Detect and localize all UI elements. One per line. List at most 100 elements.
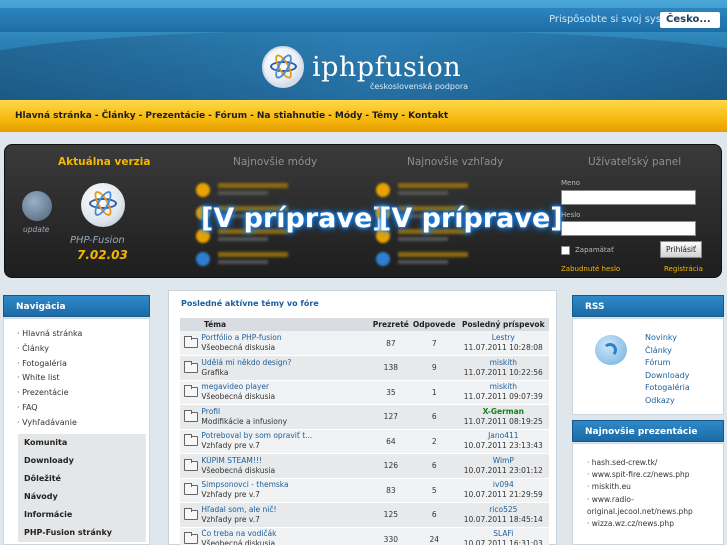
logo-text[interactable]: iphpfusion bbox=[312, 52, 461, 83]
presentation-link[interactable]: · wizza.wz.cz/news.php bbox=[587, 519, 721, 531]
last-post-user[interactable]: WimP bbox=[458, 456, 549, 466]
last-post-cell: SLAFi 10.07.2011 16:31:03 bbox=[457, 527, 549, 545]
presentations-box: · hash.sed-crew.tk/· www.spit-fire.cz/ne… bbox=[572, 443, 724, 545]
nav-item[interactable]: Fórum bbox=[215, 111, 247, 121]
topic-link[interactable]: Čo treba na vodičák bbox=[201, 529, 370, 539]
nav-item[interactable]: Témy bbox=[372, 111, 398, 121]
last-post-user[interactable]: miskith bbox=[458, 358, 549, 368]
nav-item[interactable]: Kontakt bbox=[408, 111, 448, 121]
nav-separator: - bbox=[401, 111, 406, 121]
forum-name: Všeobecná diskusia bbox=[201, 392, 276, 402]
topic-link[interactable]: Hľadal som, ale nič! bbox=[201, 505, 370, 515]
nav-link[interactable]: · White list bbox=[17, 373, 149, 388]
last-post-user[interactable]: Lestry bbox=[458, 333, 549, 343]
rss-link[interactable]: Downloady bbox=[645, 371, 690, 384]
update-icon[interactable] bbox=[22, 191, 52, 221]
username-input[interactable] bbox=[561, 190, 696, 205]
nav-item[interactable]: Módy bbox=[335, 111, 362, 121]
nav-item[interactable]: Články bbox=[102, 111, 136, 121]
nav-group[interactable]: PHP-Fusion stránky bbox=[18, 524, 146, 542]
logo-icon[interactable] bbox=[262, 46, 304, 88]
nav-link[interactable]: · Fotogaléria bbox=[17, 359, 149, 374]
topic-link[interactable]: Portfólio a PHP-fusion bbox=[201, 333, 370, 343]
rss-link[interactable]: Fotogaléria bbox=[645, 383, 690, 396]
presentation-link[interactable]: · hash.sed-crew.tk/ bbox=[587, 458, 721, 470]
nav-item[interactable]: Na stiahnutie bbox=[257, 111, 325, 121]
topic-link[interactable]: megavideo player bbox=[201, 382, 370, 392]
nav-item[interactable]: Hlavná stránka bbox=[15, 111, 92, 121]
username-label: Meno bbox=[561, 179, 581, 187]
header-last-post: Posledný príspevok bbox=[457, 318, 549, 331]
table-header-row: Téma Prezreté Odpovede Posledný príspevo… bbox=[180, 318, 549, 331]
rss-link[interactable]: Fórum bbox=[645, 358, 690, 371]
forum-name: Všeobecná diskusia bbox=[201, 539, 276, 545]
last-post-user[interactable]: SLAFi bbox=[458, 529, 549, 539]
presentation-link[interactable]: · miskith.eu bbox=[587, 482, 721, 494]
forum-name: Všeobecná diskusia bbox=[201, 465, 276, 475]
php-fusion-logo-icon bbox=[81, 183, 125, 227]
topic-link[interactable]: Simpsonovci - themska bbox=[201, 480, 370, 490]
nav-group[interactable]: Downloady bbox=[18, 452, 146, 470]
last-post-user[interactable]: miskith bbox=[458, 382, 549, 392]
topic-link[interactable]: KÚPIM STEAM!!! bbox=[201, 456, 370, 466]
replies-count: 6 bbox=[410, 453, 458, 479]
replies-count: 9 bbox=[410, 355, 458, 381]
views-count: 87 bbox=[370, 331, 411, 356]
logo-subtitle: československá podpora bbox=[370, 82, 469, 91]
views-count: 64 bbox=[370, 429, 411, 454]
language-select[interactable]: Česko... bbox=[660, 12, 720, 28]
last-post-user[interactable]: X-German bbox=[458, 407, 549, 417]
register-link[interactable]: Registrácia bbox=[664, 265, 703, 273]
topic-cell: Profil Modifikácie a infusiony bbox=[201, 404, 371, 430]
password-input[interactable] bbox=[561, 221, 696, 236]
forum-name: Všeobecná diskusia bbox=[201, 343, 276, 352]
login-button[interactable]: Prihlásiť bbox=[660, 241, 702, 258]
last-post-user[interactable]: rico525 bbox=[458, 505, 549, 515]
nav-link[interactable]: · Prezentácie bbox=[17, 388, 149, 403]
presentation-link[interactable]: · www.radio- bbox=[587, 495, 721, 507]
user-panel-title: Užívateľský panel bbox=[588, 156, 682, 168]
topic-link[interactable]: Udělá mi někdo design? bbox=[201, 358, 370, 368]
nav-group[interactable]: Komunita bbox=[18, 434, 146, 452]
topic-link[interactable]: Potreboval by som opraviť t... bbox=[201, 431, 370, 441]
main-navigation: Hlavná stránka - Články - Prezentácie - Fórum -… bbox=[0, 100, 727, 132]
last-post-date: 10.07.2011 21:29:59 bbox=[463, 490, 543, 500]
rss-link[interactable]: Novinky bbox=[645, 333, 690, 346]
nav-group[interactable]: Návody bbox=[18, 488, 146, 506]
password-label: Heslo bbox=[561, 211, 581, 219]
nav-link[interactable]: · Hlavná stránka bbox=[17, 329, 149, 344]
navigation-title: Navigácia bbox=[3, 295, 150, 317]
nav-item[interactable]: Prezentácie bbox=[145, 111, 205, 121]
forgot-password-link[interactable]: Zabudnuté heslo bbox=[561, 265, 620, 273]
replies-count: 2 bbox=[410, 429, 458, 454]
last-post-user[interactable]: iv094 bbox=[458, 480, 549, 490]
last-post-user[interactable]: Jano411 bbox=[458, 431, 549, 441]
nav-link[interactable]: · Články bbox=[17, 344, 149, 359]
nav-group[interactable]: Dôležité bbox=[18, 470, 146, 488]
nav-separator: - bbox=[138, 111, 143, 121]
presentation-link[interactable]: original.jecool.net/news.php bbox=[587, 507, 721, 519]
version-name: PHP-Fusion bbox=[70, 235, 125, 246]
forum-box: Posledné aktívne témy vo fóre Téma Prezr… bbox=[168, 290, 557, 545]
folder-icon bbox=[180, 331, 202, 356]
folder-icon bbox=[180, 502, 202, 528]
nav-group[interactable]: Informácie bbox=[18, 506, 146, 524]
presentation-link[interactable]: · www.spit-fire.cz/news.php bbox=[587, 470, 721, 482]
nav-link[interactable]: · Vyhľadávanie bbox=[17, 418, 149, 433]
folder-icon bbox=[180, 453, 202, 479]
views-count: 83 bbox=[370, 478, 411, 503]
nav-link[interactable]: · FAQ bbox=[17, 403, 149, 418]
last-post-cell: Jano411 10.07.2011 23:13:43 bbox=[457, 429, 549, 454]
presentations-title: Najnovšie prezentácie bbox=[572, 420, 724, 442]
last-post-cell: X-German 11.07.2011 08:19:25 bbox=[457, 404, 549, 430]
table-row: KÚPIM STEAM!!! Všeobecná diskusia 126 6 WimP… bbox=[180, 453, 549, 479]
update-label[interactable]: update bbox=[23, 225, 49, 234]
rss-link[interactable]: Články bbox=[645, 346, 690, 359]
last-post-date: 10.07.2011 23:13:43 bbox=[463, 441, 543, 451]
topic-cell: Hľadal som, ale nič! Vzhľady pre v.7 bbox=[201, 502, 371, 528]
info-panel: Aktuálna verzia update PHP-Fusion 7.02.0… bbox=[4, 144, 722, 278]
rss-link[interactable]: Odkazy bbox=[645, 396, 690, 409]
last-post-date: 10.07.2011 23:01:12 bbox=[463, 465, 543, 475]
remember-checkbox[interactable] bbox=[561, 246, 570, 255]
topic-link[interactable]: Profil bbox=[201, 407, 370, 417]
